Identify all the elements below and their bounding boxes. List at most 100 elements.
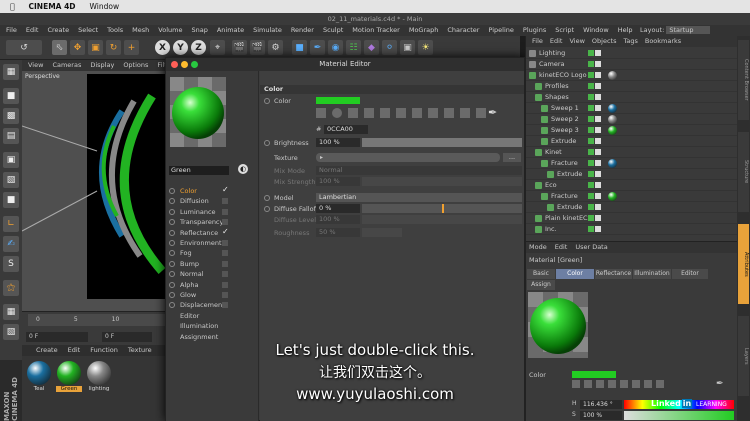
object-render-icon[interactable] (595, 72, 601, 78)
object-menu-file[interactable]: File (532, 36, 543, 47)
layout-value[interactable]: Startup (666, 26, 710, 34)
render-picture-icon[interactable]: 🎬 (250, 40, 265, 55)
add-tool-icon[interactable]: + (124, 40, 139, 55)
menu-volume[interactable]: Volume (158, 25, 182, 36)
menu-create[interactable]: Create (47, 25, 69, 36)
object-row[interactable]: Extrude (526, 169, 738, 180)
color-swatches-icon[interactable] (428, 108, 438, 118)
channel-illumination[interactable]: Illumination (166, 321, 258, 331)
attr-tab-illumination[interactable]: Illumination (633, 269, 671, 279)
channel-fog-checkbox[interactable] (222, 250, 228, 257)
object-row[interactable]: kinetECO Logo (526, 70, 738, 81)
channel-normal-checkbox[interactable] (222, 271, 228, 278)
channel-normal[interactable]: Normal (166, 269, 258, 279)
rotate-tool-icon[interactable]: ↻ (106, 40, 121, 55)
object-visibility-icon[interactable] (588, 127, 594, 133)
object-visibility-icon[interactable] (588, 193, 594, 199)
menu-help[interactable]: Help (618, 25, 633, 36)
diffuse-falloff-field[interactable]: 0 % (316, 204, 360, 213)
channel-environment-checkbox[interactable] (222, 240, 228, 246)
channel-transparency-checkbox[interactable] (222, 219, 228, 226)
object-row[interactable]: Inc. (526, 224, 738, 235)
object-visibility-icon[interactable] (588, 83, 594, 89)
model-mode-icon[interactable]: ■ (3, 88, 19, 104)
object-visibility-icon[interactable] (588, 215, 594, 221)
undo-button[interactable]: ↺ (6, 40, 42, 55)
lock-icon[interactable]: ⚝ (3, 280, 19, 296)
attr-tab-editor[interactable]: Editor (672, 269, 708, 279)
close-window-button[interactable] (171, 61, 178, 68)
model-animate-dot[interactable] (264, 195, 270, 201)
minimize-window-button[interactable] (181, 61, 188, 68)
diffuse-level-field[interactable]: 100 % (316, 215, 360, 224)
object-render-icon[interactable] (595, 171, 601, 177)
menu-plugins[interactable]: Plugins (523, 25, 546, 36)
material-editor-titlebar[interactable]: Material Editor (166, 58, 524, 71)
right-tab-attributes[interactable]: Attributes (738, 224, 749, 304)
menu-mograph[interactable]: MoGraph (409, 25, 439, 36)
window-menu[interactable]: Window (90, 2, 120, 11)
apple-icon[interactable]:  (10, 2, 15, 11)
brightness-field[interactable]: 100 % (316, 138, 360, 147)
channel-diffusion[interactable]: Diffusion (166, 196, 258, 206)
menu-pipeline[interactable]: Pipeline (488, 25, 513, 36)
menu-motion-tracker[interactable]: Motion Tracker (352, 25, 400, 36)
object-render-icon[interactable] (595, 160, 601, 166)
eyedropper-icon[interactable]: ✒ (488, 106, 497, 119)
object-visibility-icon[interactable] (588, 171, 594, 177)
color-animate-dot[interactable] (264, 98, 270, 104)
object-row[interactable]: Plain kinetECO (526, 213, 738, 224)
material-tag-icon[interactable] (608, 159, 617, 168)
mix-strength-slider[interactable] (362, 177, 522, 186)
attr-tab-color[interactable]: Color (556, 269, 594, 279)
object-row[interactable]: Profiles (526, 81, 738, 92)
object-render-icon[interactable] (595, 116, 601, 122)
attr-tab-basic[interactable]: Basic (527, 269, 555, 279)
menu-render[interactable]: Render (291, 25, 314, 36)
object-row[interactable]: Shapes (526, 92, 738, 103)
material-tag-icon[interactable] (608, 115, 617, 124)
texture-more-button[interactable]: ... (503, 153, 521, 162)
menu-snap[interactable]: Snap (191, 25, 207, 36)
object-render-icon[interactable] (595, 50, 601, 56)
channel-glow[interactable]: Glow (166, 290, 258, 300)
channel-alpha-checkbox[interactable] (222, 281, 228, 288)
menu-select[interactable]: Select (78, 25, 98, 36)
object-render-icon[interactable] (595, 204, 601, 210)
object-row[interactable]: Sweep 1 (526, 103, 738, 114)
object-visibility-icon[interactable] (588, 105, 594, 111)
right-tab-structure[interactable]: Structure (738, 132, 749, 212)
attr-s-field[interactable]: 100 % (580, 411, 622, 420)
attr-tab-assign[interactable]: Assign (527, 280, 555, 290)
object-row[interactable]: Fracture (526, 158, 738, 169)
app-menu[interactable]: CINEMA 4D (29, 2, 76, 11)
attr-tab-reflectance[interactable]: Reflectance (595, 269, 632, 279)
object-visibility-icon[interactable] (588, 50, 594, 56)
object-row[interactable]: Kinet (526, 147, 738, 158)
layout-selector[interactable]: Layout: Startup (640, 25, 710, 36)
object-visibility-icon[interactable] (588, 149, 594, 155)
kelvin-icon[interactable] (396, 108, 406, 118)
light-icon[interactable]: ☀ (418, 40, 433, 55)
channel-transparency[interactable]: Transparency (166, 217, 258, 227)
nurbs-icon[interactable]: ◉ (328, 40, 343, 55)
mix-mode-select[interactable]: Normal (316, 166, 522, 175)
grid-icon[interactable]: ▦ (3, 304, 19, 320)
object-render-icon[interactable] (595, 61, 601, 67)
slider-icon[interactable] (460, 108, 470, 118)
viewport-menu-options[interactable]: Options (123, 60, 148, 71)
viewport-menu-view[interactable]: View (28, 60, 43, 71)
texture-mode-icon[interactable]: ▩ (3, 108, 19, 124)
object-visibility-icon[interactable] (588, 116, 594, 122)
menu-sculpt[interactable]: Sculpt (323, 25, 343, 36)
color-wheel-icon[interactable] (316, 108, 326, 118)
object-row[interactable]: Fracture (526, 191, 738, 202)
texture-field[interactable]: ▸ (316, 153, 500, 162)
channel-color[interactable]: Color ✓ (166, 185, 258, 196)
roughness-slider[interactable] (362, 228, 402, 237)
spline-pen-icon[interactable]: ✒ (310, 40, 325, 55)
viewport-menu-cameras[interactable]: Cameras (52, 60, 81, 71)
channel-reflectance-checkbox[interactable]: ✓ (222, 227, 229, 236)
object-render-icon[interactable] (595, 83, 601, 89)
hex-icon[interactable] (444, 108, 454, 118)
